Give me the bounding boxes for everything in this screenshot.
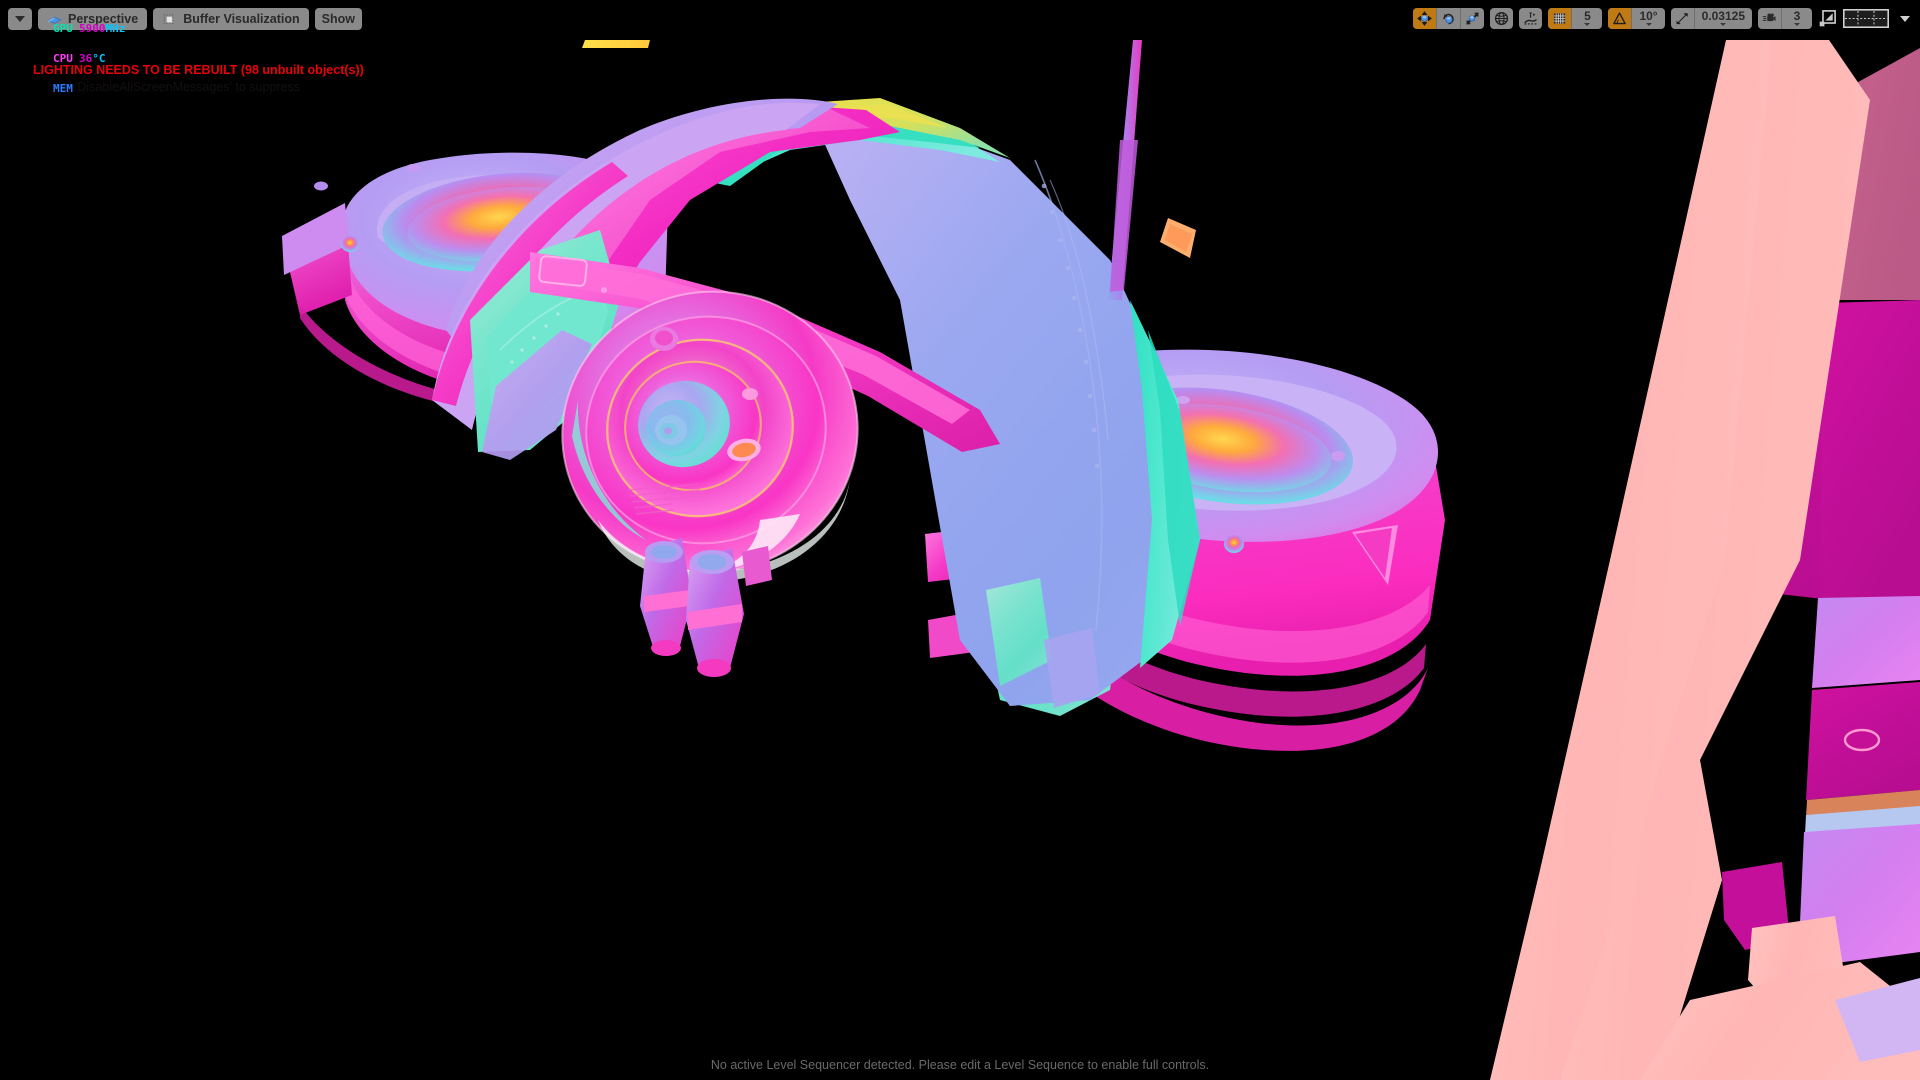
rotate-tool[interactable]	[1437, 8, 1460, 29]
hull-mid-violet-panel	[1044, 628, 1100, 708]
rotation-snap-group: 10°	[1608, 8, 1664, 29]
viewport-layout-dropdown-icon[interactable]	[1900, 16, 1910, 22]
world-coordinate-toggle[interactable]	[1490, 8, 1513, 29]
show-menu-button[interactable]: Show	[315, 8, 362, 30]
surface-snap-icon	[1523, 11, 1538, 26]
hwmon-label-mem: MEM	[53, 84, 79, 94]
angle-icon	[1612, 11, 1627, 26]
surface-snap-group	[1519, 8, 1542, 29]
scale-snap-icon	[1675, 11, 1690, 26]
chevron-down-icon	[1794, 23, 1800, 26]
grid-snap-value-label: 5	[1584, 11, 1591, 22]
chevron-down-icon	[1584, 23, 1590, 26]
hwmon-label-cpu: CPU	[53, 54, 79, 64]
maximize-icon	[1818, 9, 1837, 28]
coordinate-system-group	[1490, 8, 1513, 29]
hwmon-row-mem: MEM	[0, 74, 125, 84]
chevron-down-icon	[1720, 23, 1726, 26]
rotate-icon	[1441, 11, 1456, 26]
hwmon-value-cpu: 36	[79, 54, 92, 64]
camera-speed-value[interactable]: 3	[1782, 8, 1812, 29]
view-buffer-label: Buffer Visualization	[183, 12, 299, 26]
chevron-down-icon	[1646, 23, 1652, 26]
rendered-scene	[0, 0, 1920, 1080]
viewport-toolbar-right: 5 10°	[1413, 8, 1910, 29]
scale-tool[interactable]	[1461, 8, 1484, 29]
globe-icon	[1494, 11, 1509, 26]
top-yellow-strip	[582, 40, 650, 48]
scale-snap-group: 0.03125	[1671, 8, 1752, 29]
buffer-grid-icon	[162, 13, 177, 26]
hwmon-row-gpu: GPU5900MHz	[0, 14, 125, 24]
scale-snap-value-label: 0.03125	[1702, 11, 1745, 22]
hwmon-label-gpu: GPU	[53, 24, 79, 34]
grid-icon	[1552, 11, 1567, 26]
transform-tools-group	[1413, 8, 1484, 29]
surface-snapping-toggle[interactable]	[1519, 8, 1542, 29]
level-viewport[interactable]: GPU5900MHz CPU36°C MEM Perspective	[0, 0, 1920, 1080]
rotation-snap-toggle[interactable]	[1608, 8, 1631, 29]
hardware-monitor-overlay: GPU5900MHz CPU36°C MEM	[0, 0, 125, 104]
select-translate-tool[interactable]	[1413, 8, 1436, 29]
camera-speed-toggle[interactable]	[1758, 8, 1781, 29]
maximize-viewport-button[interactable]	[1818, 9, 1837, 28]
scale-snap-value[interactable]: 0.03125	[1695, 8, 1752, 29]
scale-icon	[1465, 11, 1480, 26]
rotation-snap-value[interactable]: 10°	[1632, 8, 1664, 29]
grid-snap-group: 5	[1548, 8, 1602, 29]
four-pane-layout-icon	[1843, 9, 1889, 28]
grid-snap-value[interactable]: 5	[1572, 8, 1602, 29]
camera-speed-icon	[1762, 11, 1777, 26]
move-arrows-icon	[1417, 11, 1432, 26]
hwmon-row-cpu: CPU36°C	[0, 44, 125, 54]
hwmon-unit-cpu: °C	[92, 54, 105, 64]
camera-speed-value-label: 3	[1794, 11, 1801, 22]
show-menu-label: Show	[322, 12, 355, 26]
hwmon-value-gpu: 5900	[79, 24, 106, 34]
scale-snap-toggle[interactable]	[1671, 8, 1694, 29]
view-buffer-button[interactable]: Buffer Visualization	[153, 8, 308, 30]
rotation-snap-value-label: 10°	[1639, 11, 1657, 22]
hwmon-unit-gpu: MHz	[105, 24, 125, 34]
editor-window: GPU5900MHz CPU36°C MEM Perspective	[0, 0, 1920, 1080]
camera-speed-group: 3	[1758, 8, 1812, 29]
viewport-layout-button[interactable]	[1843, 9, 1889, 28]
grid-snap-toggle[interactable]	[1548, 8, 1571, 29]
